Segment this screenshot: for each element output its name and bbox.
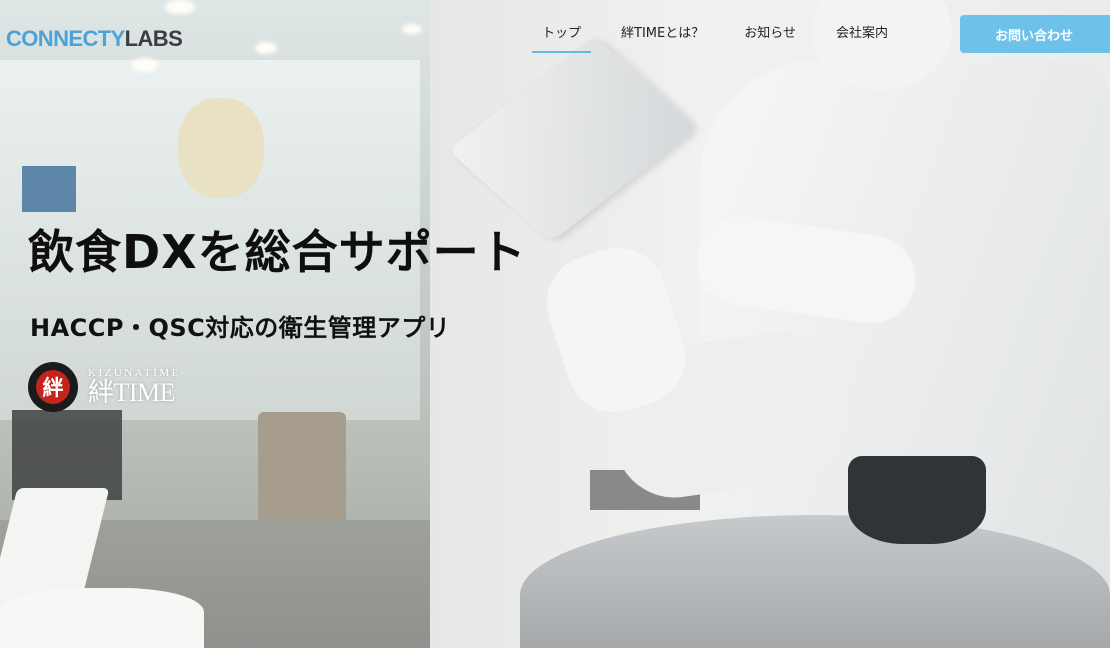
nav-item-top[interactable]: トップ bbox=[528, 22, 595, 53]
logo-text-connecty: CONNECTY bbox=[6, 26, 125, 51]
brand-name: 絆TIME bbox=[88, 378, 176, 407]
brand-wordmark: KIZUNATIME 絆TIME bbox=[88, 367, 181, 407]
hero-subheadline: HACCP・QSC対応の衛生管理アプリ bbox=[30, 314, 451, 342]
logo-text-labs: LABS bbox=[124, 26, 183, 51]
contact-button[interactable]: お問い合わせ bbox=[960, 15, 1110, 53]
kizuna-time-logo[interactable]: 絆 KIZUNATIME 絆TIME bbox=[28, 362, 181, 412]
nav-item-company[interactable]: 会社案内 bbox=[822, 22, 902, 50]
main-nav: トップ 絆TIMEとは？ お知らせ 会社案内 bbox=[528, 22, 914, 53]
site-logo[interactable]: CONNECTYLABS bbox=[6, 25, 183, 53]
hero-headline: 飲食DXを総合サポート bbox=[28, 225, 527, 279]
nav-item-about-kizuna-time[interactable]: 絆TIMEとは？ bbox=[607, 22, 718, 50]
seal-character: 絆 bbox=[36, 370, 70, 404]
kizuna-seal-icon: 絆 bbox=[28, 362, 78, 412]
nav-item-news[interactable]: お知らせ bbox=[730, 22, 810, 50]
